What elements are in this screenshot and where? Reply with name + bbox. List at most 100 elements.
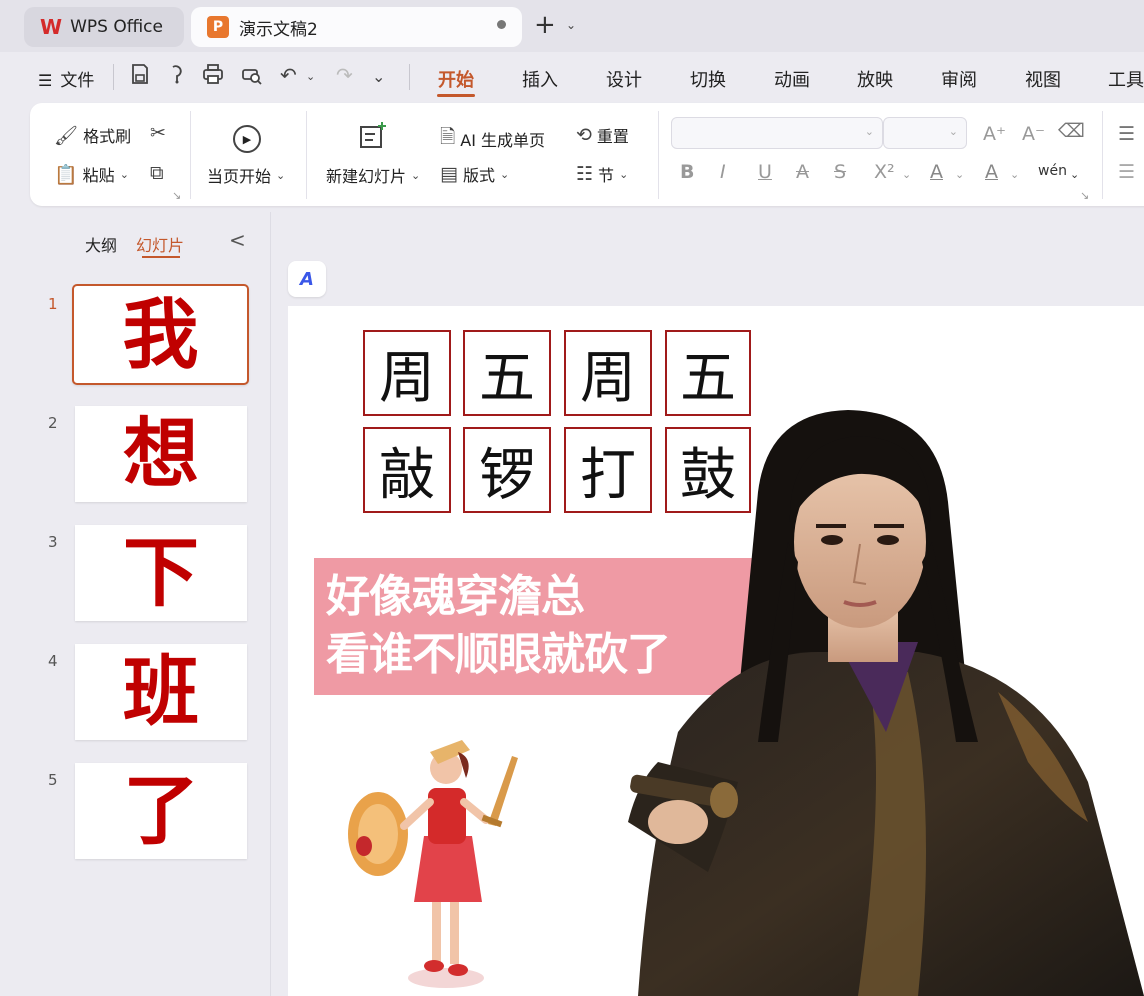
- tab-outline[interactable]: 大纲: [85, 232, 117, 256]
- slide-thumbnail-4[interactable]: 班: [75, 644, 247, 740]
- print-icon[interactable]: [202, 63, 224, 90]
- menu-review[interactable]: 审阅: [941, 66, 977, 92]
- ribbon-toolbar: 🖌 格式刷 ✂ 📋 粘贴 ⌄ ⧉ ↘ ▶ 当页开始 ⌄ 新建幻灯片 ⌄ 🗎 AI 生成单页 …: [30, 103, 1144, 206]
- cut-button[interactable]: ✂: [150, 122, 171, 144]
- play-from-current-button[interactable]: 当页开始 ⌄: [207, 163, 285, 187]
- ai-assistant-button[interactable]: A: [288, 261, 326, 297]
- menu-view[interactable]: 视图: [1025, 66, 1061, 92]
- ai-page-icon: 🗎: [440, 126, 456, 148]
- menu-bar: ☰ 文件 ↶ ⌄ ↷ ⌄ 开始 插入 设计 切换 动画 放映 审阅 视图 工具: [0, 52, 1144, 102]
- chevron-down-icon: ⌄: [499, 167, 510, 181]
- ai-single-page-button[interactable]: 🗎 AI 生成单页: [440, 123, 545, 155]
- new-tab-button[interactable]: +: [534, 12, 556, 38]
- new-slide-button[interactable]: 新建幻灯片 ⌄: [326, 163, 420, 187]
- font-color-button[interactable]: A: [930, 161, 943, 183]
- slide-thumbnail-3[interactable]: 下: [75, 525, 247, 621]
- tab-wps-office-label: WPS Office: [70, 17, 163, 37]
- underline-button[interactable]: U: [758, 161, 772, 183]
- menu-design[interactable]: 设计: [606, 66, 642, 92]
- section-button[interactable]: ☷ 节 ⌄: [576, 162, 628, 186]
- gong-figure-illustration[interactable]: [346, 716, 526, 996]
- undo-dropdown-chevron-icon[interactable]: ⌄: [306, 70, 315, 83]
- layout-button[interactable]: ▤ 版式 ⌄: [440, 162, 509, 186]
- slide-thumbnail-2[interactable]: 想: [75, 406, 247, 502]
- clear-format-eraser-icon[interactable]: ⌫: [1058, 120, 1085, 142]
- tab-wps-office[interactable]: W WPS Office: [24, 7, 184, 47]
- slide-thumbnail-text: 班: [123, 647, 199, 736]
- copy-icon: ⧉: [150, 162, 164, 184]
- font-dialog-launcher-icon[interactable]: ↘: [1080, 189, 1089, 202]
- undo-icon[interactable]: ↶: [280, 63, 297, 87]
- slide-thumbnail-5[interactable]: 了: [75, 763, 247, 859]
- chevron-down-icon[interactable]: ⌄: [955, 168, 964, 181]
- slide-number: 4: [48, 652, 58, 670]
- copy-button[interactable]: ⧉: [150, 162, 169, 184]
- grid-cell[interactable]: 敲: [363, 427, 451, 513]
- grid-cell[interactable]: 锣: [463, 427, 551, 513]
- tab-slides[interactable]: 幻灯片: [136, 232, 184, 256]
- play-from-current-label: 当页开始: [207, 167, 272, 186]
- ai-single-page-label: AI 生成单页: [460, 131, 546, 150]
- menu-insert[interactable]: 插入: [522, 66, 558, 92]
- panel-divider: [270, 212, 271, 996]
- font-size-select[interactable]: ⌄: [883, 117, 967, 149]
- tab-document[interactable]: P 演示文稿2: [191, 7, 522, 47]
- menu-slideshow[interactable]: 放映: [857, 66, 893, 92]
- chevron-down-icon: ⌄: [119, 167, 129, 181]
- format-painter-label: 格式刷: [83, 127, 132, 146]
- new-slide-icon[interactable]: [358, 121, 388, 158]
- strikethrough-button[interactable]: A: [796, 161, 809, 183]
- paste-label: 粘贴: [82, 166, 115, 185]
- scissors-icon: ✂: [150, 122, 166, 144]
- clipboard-icon: 📋: [54, 163, 78, 186]
- divider: [658, 111, 659, 199]
- tab-bar: W WPS Office P 演示文稿2 + ⌄: [0, 0, 1144, 52]
- menu-home[interactable]: 开始: [438, 66, 474, 92]
- play-icon[interactable]: ▶: [233, 125, 261, 153]
- slide-thumbnail-1[interactable]: 我: [72, 284, 249, 385]
- layout-icon: ▤: [440, 163, 458, 185]
- chevron-down-icon[interactable]: ⌄: [566, 18, 576, 32]
- grid-cell[interactable]: 周: [363, 330, 451, 416]
- redo-icon[interactable]: ↷: [336, 63, 353, 87]
- divider: [113, 64, 114, 90]
- divider: [1102, 111, 1103, 199]
- format-painter-icon: 🖌: [54, 124, 79, 147]
- highlight-button[interactable]: A: [985, 161, 998, 183]
- clipboard-dialog-launcher-icon[interactable]: ↘: [172, 189, 181, 202]
- menu-transitions[interactable]: 切换: [690, 66, 726, 92]
- superscript-button[interactable]: X²: [874, 161, 895, 183]
- print-preview-icon[interactable]: [240, 63, 262, 90]
- grid-cell[interactable]: 五: [463, 330, 551, 416]
- slide-number: 1: [48, 295, 58, 313]
- bold-button[interactable]: B: [680, 161, 694, 183]
- character-photo[interactable]: [618, 402, 1144, 996]
- export-icon[interactable]: [167, 63, 187, 90]
- font-grow-button[interactable]: A⁺: [983, 123, 1006, 145]
- menu-tools[interactable]: 工具: [1108, 66, 1144, 92]
- chevron-down-icon[interactable]: ⌄: [902, 168, 911, 181]
- font-shrink-button[interactable]: A⁻: [1022, 123, 1045, 145]
- slide-canvas[interactable]: 周 五 周 五 敲 锣 打 鼓 好像魂穿澹总 看谁不顺眼就砍了: [288, 306, 1144, 996]
- layout-label: 版式: [462, 166, 495, 185]
- font-family-select[interactable]: ⌄: [671, 117, 883, 149]
- format-painter-button[interactable]: 🖌 格式刷: [54, 123, 131, 147]
- italic-button[interactable]: I: [720, 161, 726, 183]
- unsaved-dot-icon[interactable]: [497, 20, 506, 29]
- section-label: 节: [598, 166, 615, 185]
- paste-button[interactable]: 📋 粘贴 ⌄: [54, 162, 129, 186]
- menu-animations[interactable]: 动画: [774, 66, 810, 92]
- divider: [409, 64, 410, 90]
- collapse-panel-button[interactable]: <: [229, 228, 246, 252]
- chevron-down-icon[interactable]: ⌄: [1070, 168, 1079, 181]
- text-shadow-button[interactable]: S: [834, 161, 846, 183]
- file-menu[interactable]: ☰ 文件: [38, 66, 94, 91]
- reset-button[interactable]: ⟲ 重置: [576, 123, 629, 147]
- bullet-list-icon[interactable]: ☰: [1118, 123, 1135, 145]
- divider: [190, 111, 191, 199]
- more-quick-actions-chevron-icon[interactable]: ⌄: [372, 67, 385, 86]
- chevron-down-icon[interactable]: ⌄: [1010, 168, 1019, 181]
- phonetic-guide-button[interactable]: wén: [1038, 163, 1067, 179]
- align-left-icon[interactable]: ☰: [1118, 161, 1135, 183]
- save-icon[interactable]: [130, 63, 150, 90]
